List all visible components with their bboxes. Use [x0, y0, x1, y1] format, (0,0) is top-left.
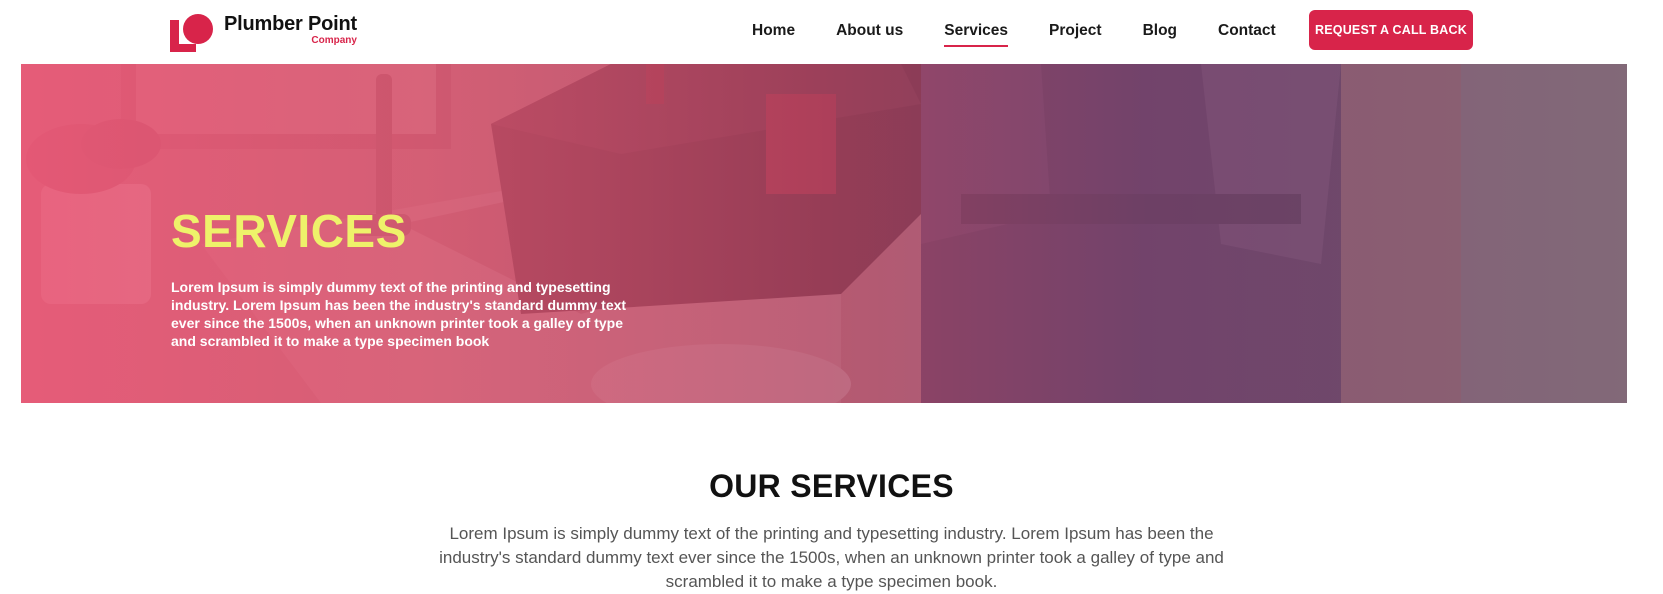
our-services-section: OUR SERVICES Lorem Ipsum is simply dummy…: [0, 468, 1663, 594]
hero-title: SERVICES: [171, 205, 407, 257]
brand-name: Plumber Point: [224, 13, 357, 35]
nav-item-about-us[interactable]: About us: [836, 22, 903, 40]
nav-item-services[interactable]: Services: [944, 22, 1008, 47]
nav-item-blog[interactable]: Blog: [1143, 22, 1177, 40]
services-description: Lorem Ipsum is simply dummy text of the …: [439, 524, 1224, 591]
hero-description: Lorem Ipsum is simply dummy text of the …: [171, 279, 627, 349]
brand-subtitle: Company: [311, 35, 357, 46]
request-call-back-button[interactable]: REQUEST A CALL BACK: [1309, 10, 1473, 50]
hero-banner: SERVICES Lorem Ipsum is simply dummy tex…: [21, 64, 1627, 403]
brand-logo[interactable]: Plumber Point Company: [170, 10, 357, 54]
nav-item-home[interactable]: Home: [752, 22, 795, 40]
brand-logo-icon: [170, 10, 214, 54]
nav-item-contact[interactable]: Contact: [1218, 22, 1276, 40]
site-header: Plumber Point Company Home About us Serv…: [0, 0, 1663, 64]
nav-item-project[interactable]: Project: [1049, 22, 1102, 40]
main-nav: Home About us Services Project Blog Cont…: [752, 22, 1317, 47]
services-heading: OUR SERVICES: [709, 468, 954, 504]
